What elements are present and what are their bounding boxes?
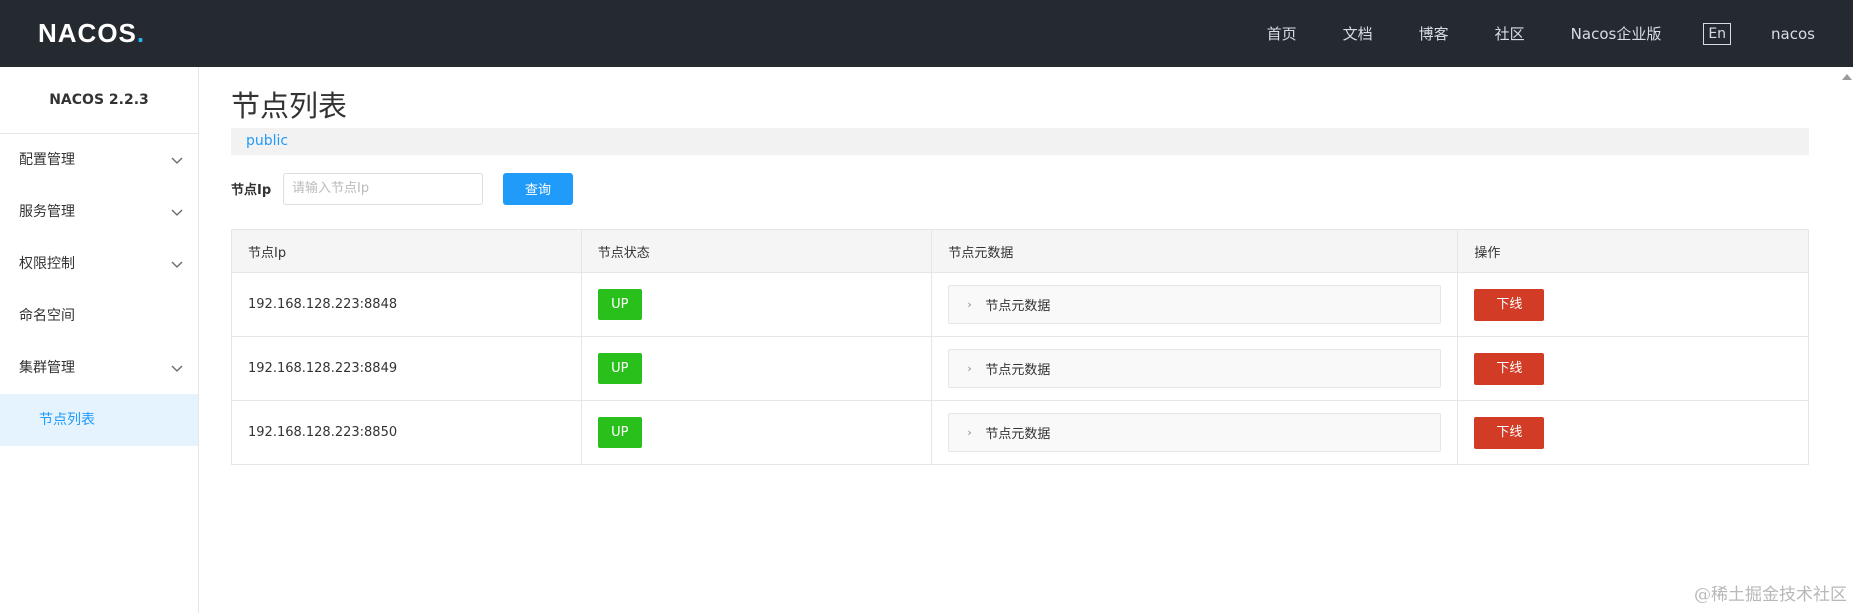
scroll-up-arrow-icon[interactable] — [1841, 72, 1853, 82]
metadata-cell: › 节点元数据 — [931, 336, 1459, 401]
watermark: @稀土掘金技术社区 — [1694, 585, 1847, 605]
sidebar-item-label: 配置管理 — [19, 152, 75, 168]
table-header-row: 节点Ip 节点状态 节点元数据 操作 — [231, 229, 1809, 273]
status-cell: UP — [581, 336, 933, 401]
version-label: NACOS 2.2.3 — [0, 67, 198, 134]
logo-text: NACOS — [38, 17, 137, 48]
sidebar-item-cluster-management[interactable]: 集群管理 — [0, 342, 198, 394]
user-menu[interactable]: nacos — [1771, 25, 1815, 43]
node-ip-input[interactable] — [283, 172, 483, 205]
chevron-right-icon: › — [967, 362, 972, 375]
chevron-down-icon — [171, 157, 183, 164]
query-button[interactable]: 查询 — [503, 172, 573, 205]
action-cell: 下线 — [1457, 272, 1809, 337]
column-header-node-metadata: 节点元数据 — [931, 229, 1459, 273]
top-nav: 首页 文档 博客 社区 Nacos企业版 En nacos — [1221, 0, 1815, 67]
chevron-down-icon — [171, 209, 183, 216]
chevron-up-icon — [171, 365, 183, 372]
column-header-node-ip: 节点Ip — [231, 229, 582, 273]
sidebar-item-access-control[interactable]: 权限控制 — [0, 238, 198, 290]
node-ip-cell: 192.168.128.223:8848 — [231, 272, 582, 337]
table-row: 192.168.128.223:8848 UP › 节点元数据 下线 — [231, 272, 1809, 337]
sidebar-item-label: 服务管理 — [19, 204, 75, 220]
metadata-label: 节点元数据 — [985, 363, 1051, 378]
nav-community[interactable]: 社区 — [1495, 23, 1525, 44]
node-ip-label: 节点Ip — [231, 183, 272, 198]
column-header-node-status: 节点状态 — [581, 229, 933, 273]
table-row: 192.168.128.223:8850 UP › 节点元数据 下线 — [231, 400, 1809, 465]
node-ip-cell: 192.168.128.223:8849 — [231, 336, 582, 401]
chevron-down-icon — [171, 261, 183, 268]
nacos-logo[interactable]: NACOS. — [38, 18, 145, 48]
filter-bar: 节点Ip 查询 — [231, 172, 1809, 205]
nav-blog[interactable]: 博客 — [1419, 23, 1449, 44]
metadata-cell: › 节点元数据 — [931, 400, 1459, 465]
sidebar-item-label: 命名空间 — [19, 308, 75, 324]
chevron-right-icon: › — [967, 426, 972, 439]
metadata-label: 节点元数据 — [985, 427, 1051, 442]
namespace-bar: public — [231, 128, 1809, 155]
top-header: NACOS. 首页 文档 博客 社区 Nacos企业版 En nacos — [0, 0, 1853, 67]
sidebar: NACOS 2.2.3 配置管理 服务管理 权限控制 命名空间 集群管理 节点列… — [0, 67, 199, 613]
sidebar-item-label: 集群管理 — [19, 360, 75, 376]
status-badge: UP — [597, 353, 642, 384]
metadata-collapse-toggle[interactable]: › 节点元数据 — [948, 413, 1442, 452]
action-cell: 下线 — [1457, 336, 1809, 401]
nav-enterprise[interactable]: Nacos企业版 — [1571, 23, 1662, 44]
language-toggle-button[interactable]: En — [1703, 22, 1732, 45]
offline-button[interactable]: 下线 — [1474, 416, 1545, 449]
namespace-public-link[interactable]: public — [246, 133, 288, 149]
nav-docs[interactable]: 文档 — [1343, 23, 1373, 44]
status-cell: UP — [581, 272, 933, 337]
status-badge: UP — [597, 417, 642, 448]
node-ip-cell: 192.168.128.223:8850 — [231, 400, 582, 465]
offline-button[interactable]: 下线 — [1474, 352, 1545, 385]
status-cell: UP — [581, 400, 933, 465]
metadata-collapse-toggle[interactable]: › 节点元数据 — [948, 349, 1442, 388]
column-header-actions: 操作 — [1457, 229, 1809, 273]
sidebar-item-service-management[interactable]: 服务管理 — [0, 186, 198, 238]
table-row: 192.168.128.223:8849 UP › 节点元数据 下线 — [231, 336, 1809, 401]
chevron-right-icon: › — [967, 298, 972, 311]
sidebar-item-label: 节点列表 — [39, 412, 95, 428]
metadata-label: 节点元数据 — [985, 299, 1051, 314]
nav-home[interactable]: 首页 — [1267, 23, 1297, 44]
sidebar-item-label: 权限控制 — [19, 256, 75, 272]
action-cell: 下线 — [1457, 400, 1809, 465]
sidebar-item-config-management[interactable]: 配置管理 — [0, 134, 198, 186]
sidebar-item-node-list[interactable]: 节点列表 — [0, 394, 198, 446]
main-content: 节点列表 public 节点Ip 查询 节点Ip 节点状态 节点元数据 操作 1… — [231, 67, 1809, 465]
sidebar-item-namespace[interactable]: 命名空间 — [0, 290, 198, 342]
offline-button[interactable]: 下线 — [1474, 288, 1545, 321]
metadata-collapse-toggle[interactable]: › 节点元数据 — [948, 285, 1442, 324]
page-title: 节点列表 — [231, 89, 348, 123]
logo-dot: . — [136, 17, 146, 48]
metadata-cell: › 节点元数据 — [931, 272, 1459, 337]
status-badge: UP — [597, 289, 642, 320]
node-table: 节点Ip 节点状态 节点元数据 操作 192.168.128.223:8848 … — [231, 229, 1809, 465]
